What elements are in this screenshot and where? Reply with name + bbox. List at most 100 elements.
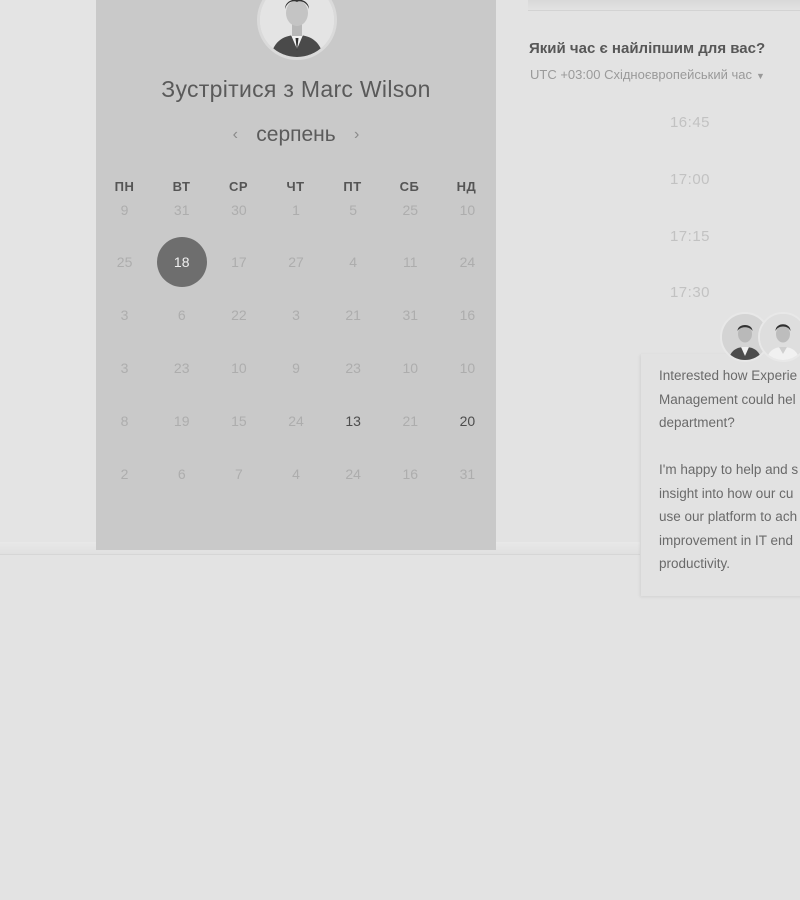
calendar-day: 9 [96, 183, 153, 235]
info-line: Management could hel [659, 391, 796, 407]
calendar-day: 6 [153, 447, 210, 500]
month-navigation: ‹ серпень › [96, 120, 496, 150]
info-line: use our platform to ach [659, 509, 798, 524]
day-number: 23 [345, 359, 361, 376]
calendar-day: 22 [210, 288, 267, 341]
calendar-day: 6 [153, 288, 210, 341]
day-number: 6 [177, 306, 186, 323]
calendar-day: 3 [96, 341, 153, 394]
calendar-day: 10 [210, 341, 267, 394]
calendar-day: 16 [439, 288, 496, 341]
day-number: 10 [459, 359, 476, 376]
host-avatar [257, 0, 337, 60]
meeting-title: Зустрітися з Marc Wilson [161, 76, 431, 102]
calendar-day: 4 [267, 447, 324, 500]
calendar-day: 31 [382, 288, 439, 341]
calendar-day: 16 [382, 447, 439, 500]
calendar-day: 4 [325, 235, 382, 288]
calendar-day: 2 [96, 447, 153, 500]
left-background [0, 0, 96, 545]
avatar [758, 312, 800, 362]
day-number: 31 [402, 306, 419, 323]
day-number: 27 [288, 253, 304, 270]
info-paragraph: Interested how Experie Management could … [659, 364, 800, 435]
info-line: insight into how our cu [659, 485, 794, 501]
person-icon [260, 0, 334, 57]
calendar-day: 9 [267, 341, 324, 394]
info-paragraph: I'm happy to help and s insight into how… [659, 458, 800, 576]
day-number: 24 [345, 465, 361, 482]
time-slot[interactable]: 17:00 [640, 171, 740, 188]
calendar-day: 23 [153, 341, 210, 394]
calendar-day: 10 [439, 183, 496, 235]
chevron-left-icon[interactable]: ‹ [228, 126, 242, 144]
host-avatars [720, 312, 800, 362]
calendar-day: 31 [153, 183, 210, 235]
time-slot[interactable]: 17:30 [640, 284, 740, 301]
day-number: 10 [402, 359, 419, 376]
day-number: 20 [459, 412, 476, 429]
calendar-day: 10 [382, 341, 439, 394]
day-number: 24 [459, 253, 476, 270]
day-number: 9 [292, 359, 300, 376]
day-number: 4 [292, 465, 300, 482]
day-number: 15 [231, 412, 247, 429]
day-number: 31 [459, 465, 476, 482]
calendar-day: 30 [210, 183, 267, 235]
person-icon [760, 314, 800, 360]
day-number: 4 [349, 253, 358, 270]
calendar-day: 21 [382, 394, 439, 447]
day-number: 10 [231, 359, 247, 376]
day-number: 1 [292, 202, 300, 218]
calendar-day: 24 [325, 447, 382, 500]
info-line: Interested how Experie [659, 368, 798, 383]
calendar-day: 3 [267, 288, 324, 341]
calendar-day[interactable]: 18 [153, 235, 210, 288]
day-number: 6 [177, 465, 186, 482]
info-line: department? [659, 415, 735, 430]
day-number: 16 [459, 306, 476, 323]
calendar-day[interactable]: 20 [439, 394, 496, 447]
info-line: improvement in IT end [659, 532, 794, 548]
calendar-day[interactable]: 13 [325, 394, 382, 447]
day-number: 18 [156, 236, 207, 287]
time-slot[interactable]: 16:45 [640, 114, 740, 131]
calendar-panel: Зустрітися з Marc Wilson ‹ серпень › ПН … [96, 0, 496, 550]
time-question: Який час є найліпшим для вас? [529, 40, 766, 57]
day-number: 23 [173, 359, 190, 376]
scheduling-page: Зустрітися з Marc Wilson ‹ серпень › ПН … [0, 0, 800, 900]
day-number: 22 [231, 306, 247, 323]
top-bar [528, 0, 800, 11]
calendar-day: 24 [267, 394, 324, 447]
calendar-day: 25 [382, 183, 439, 235]
calendar-days-grid: 9 31 30 1 5 25 10 25 18 17 27 4 11 24 3 6 22 3 21 31 16 3 23 10… [96, 183, 496, 500]
calendar-day: 31 [439, 447, 496, 500]
calendar-day: 10 [439, 341, 496, 394]
day-number: 21 [345, 306, 361, 323]
info-line: I'm happy to help and s [659, 462, 799, 477]
day-number: 8 [120, 412, 129, 429]
calendar-day: 11 [382, 235, 439, 288]
day-number: 3 [292, 306, 300, 323]
calendar-day: 8 [96, 394, 153, 447]
calendar-day: 24 [439, 235, 496, 288]
info-line: productivity. [659, 556, 731, 571]
day-number: 31 [173, 202, 190, 218]
calendar-day: 17 [210, 235, 267, 288]
calendar-day: 15 [210, 394, 267, 447]
timezone-selector[interactable]: UTC +03:00 Східноєвропейський час ▼ [530, 67, 765, 82]
time-slot[interactable]: 17:15 [640, 228, 740, 245]
day-number: 7 [234, 465, 243, 482]
month-label: серпень [256, 123, 336, 146]
day-number: 5 [349, 202, 358, 218]
day-number: 19 [173, 412, 190, 429]
calendar-day: 23 [325, 341, 382, 394]
calendar-day: 19 [153, 394, 210, 447]
calendar-day: 21 [325, 288, 382, 341]
calendar-day: 25 [96, 235, 153, 288]
chevron-right-icon[interactable]: › [350, 126, 364, 144]
day-number: 3 [120, 306, 129, 323]
day-number: 21 [402, 412, 419, 429]
day-number: 30 [231, 202, 247, 218]
info-description: Interested how Experie Management could … [659, 364, 800, 599]
